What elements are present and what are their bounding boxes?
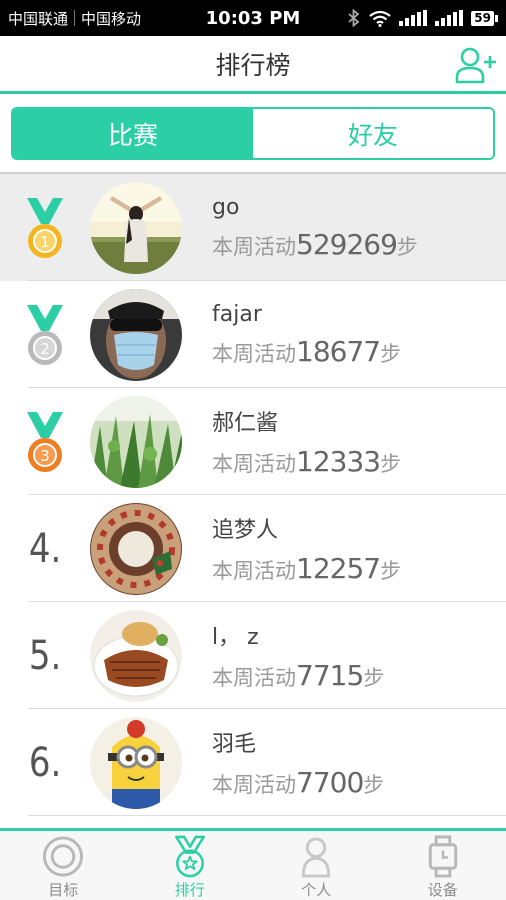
weekly-activity: 本周活动 529269 步 [212, 228, 418, 261]
status-bar: 中国联通 中国移动 10:03 PM 59 [0, 0, 506, 36]
user-name: 追梦人 [212, 518, 279, 543]
rank-badge: 2 [0, 303, 90, 367]
medal-rank-number: 2 [40, 340, 50, 358]
silver-medal-icon: 2 [27, 304, 63, 365]
ranking-row[interactable]: 4. 追梦人 本周活动 12257 步 [0, 495, 506, 602]
steps-unit: 步 [380, 452, 402, 476]
battery-level: 59 [471, 10, 494, 26]
step-count: 7700 [296, 766, 364, 799]
rank-number: 6. [28, 739, 62, 786]
activity-prefix: 本周活动 [212, 452, 296, 476]
user-info: l， z 本周活动 7715 步 [212, 619, 384, 692]
user-name: fajar [212, 301, 262, 327]
avatar[interactable] [90, 288, 182, 381]
medal-rank-number: 3 [40, 447, 50, 465]
medal-rank-number: 1 [40, 233, 50, 251]
bronze-medal-icon: 3 [27, 411, 63, 472]
tab-friends[interactable]: 好友 [253, 109, 493, 158]
steps-unit: 步 [396, 234, 418, 259]
step-count: 529269 [296, 227, 398, 261]
nav-item-goal[interactable]: 目标 [0, 831, 127, 900]
bluetooth-icon [348, 9, 360, 27]
ranking-row[interactable]: 5. l， z 本周活动 7715 步 [0, 602, 506, 709]
activity-prefix: 本周活动 [212, 773, 296, 797]
activity-prefix: 本周活动 [212, 234, 296, 259]
carrier-label: 中国联通 [8, 9, 69, 28]
user-name: 羽毛 [212, 732, 257, 757]
gold-medal-icon: 1 [27, 197, 63, 258]
ranking-row[interactable]: 1 go 本周活动 529269 步 [0, 174, 506, 281]
rank-badge: 4. [0, 526, 90, 572]
carrier-group: 中国联通 中国移动 [8, 8, 208, 29]
page-title: 排行榜 [215, 50, 291, 80]
steps-unit: 步 [363, 773, 385, 797]
step-count: 18677 [296, 334, 381, 368]
user-info: 追梦人 本周活动 12257 步 [212, 512, 401, 585]
steps-unit: 步 [380, 341, 402, 366]
ranking-row[interactable]: 6. 羽毛 本周活动 7700 步 [0, 709, 506, 816]
rank-number: 4. [28, 525, 62, 572]
ranking-row[interactable]: 3 郝仁酱 本周活动 12333 步 [0, 388, 506, 495]
rank-badge: 3 [0, 410, 90, 474]
step-count: 12333 [296, 445, 381, 478]
nav-label: 设备 [427, 881, 458, 899]
tab-match[interactable]: 比赛 [13, 109, 253, 158]
steps-unit: 步 [380, 559, 402, 583]
signal-icon-secondary [435, 10, 464, 26]
user-info: fajar 本周活动 18677 步 [212, 302, 401, 368]
rank-badge: 1 [0, 196, 90, 260]
battery-icon: 59 [471, 10, 498, 26]
signal-icon [399, 10, 428, 26]
user-name: go [212, 194, 240, 220]
rank-number: 5. [28, 632, 62, 679]
bottom-nav: 目标 排行 个人 设备 [0, 828, 506, 900]
avatar[interactable] [90, 502, 182, 595]
wifi-icon [369, 10, 391, 27]
avatar[interactable] [90, 716, 182, 809]
person-icon [302, 837, 331, 878]
status-icons: 59 [347, 9, 498, 27]
weekly-activity: 本周活动 7715 步 [212, 659, 384, 692]
app-header: 排行榜 [0, 36, 506, 94]
step-count: 12257 [296, 552, 381, 585]
user-name: 郝仁酱 [212, 411, 279, 436]
avatar[interactable] [90, 609, 182, 702]
row-divider [28, 815, 506, 816]
watch-device-icon [428, 835, 457, 878]
rank-badge: 5. [0, 633, 90, 679]
ranking-medal-icon [174, 835, 205, 878]
ranking-list: 1 go 本周活动 529269 步 2 fajar 本周活动 18677 步 … [0, 174, 506, 828]
target-icon [43, 836, 84, 877]
user-info: go 本周活动 529269 步 [212, 195, 418, 261]
avatar[interactable] [90, 395, 182, 488]
weekly-activity: 本周活动 12333 步 [212, 445, 401, 478]
weekly-activity: 本周活动 12257 步 [212, 552, 401, 585]
ranking-row[interactable]: 2 fajar 本周活动 18677 步 [0, 281, 506, 388]
nav-label: 个人 [301, 881, 332, 899]
activity-prefix: 本周活动 [212, 666, 296, 690]
ranking-tabs: 比赛 好友 [11, 107, 495, 160]
nav-label: 目标 [48, 881, 79, 899]
steps-unit: 步 [363, 666, 385, 690]
activity-prefix: 本周活动 [212, 341, 296, 366]
carrier-label-secondary: 中国移动 [81, 9, 142, 28]
nav-item-personal[interactable]: 个人 [253, 831, 380, 900]
battery-tip [495, 14, 498, 22]
avatar[interactable] [90, 181, 182, 274]
add-friend-icon[interactable] [454, 46, 496, 84]
nav-item-device[interactable]: 设备 [380, 831, 506, 900]
activity-prefix: 本周活动 [212, 559, 296, 583]
weekly-activity: 本周活动 18677 步 [212, 335, 401, 368]
user-info: 羽毛 本周活动 7700 步 [212, 726, 384, 799]
step-count: 7715 [296, 659, 364, 692]
carrier-divider [74, 10, 76, 26]
nav-label: 排行 [174, 881, 205, 899]
user-name: l， z [212, 625, 259, 650]
rank-badge: 6. [0, 740, 90, 786]
weekly-activity: 本周活动 7700 步 [212, 766, 384, 799]
user-info: 郝仁酱 本周活动 12333 步 [212, 405, 401, 478]
nav-item-ranking[interactable]: 排行 [127, 831, 254, 900]
